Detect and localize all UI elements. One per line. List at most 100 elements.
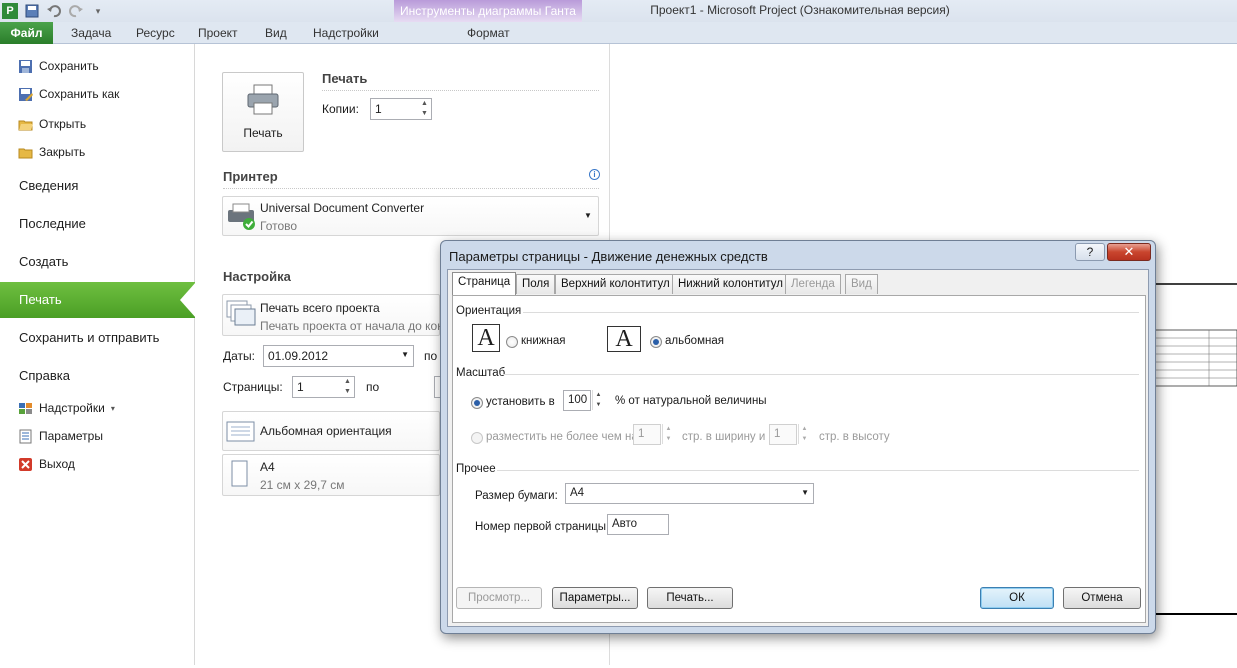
fit-wide-spinner[interactable]: ▲ ▼ xyxy=(662,424,674,444)
pages-spin-arrows[interactable]: ▲ ▼ xyxy=(341,377,354,397)
orientation-group-line xyxy=(523,312,1139,313)
settings-section-header: Настройка xyxy=(223,269,291,284)
nav-help[interactable]: Справка xyxy=(19,368,70,383)
help-button[interactable]: ? xyxy=(1075,243,1105,261)
orientation-group-label: Ориентация xyxy=(456,305,522,317)
first-page-input[interactable]: Авто xyxy=(607,514,669,535)
print-dialog-button[interactable]: Печать... xyxy=(647,587,733,609)
tab-footer[interactable]: Нижний колонтитул xyxy=(672,274,789,294)
options-icon xyxy=(18,429,33,444)
fit-tall-spinner[interactable]: ▲ ▼ xyxy=(798,424,810,444)
nav-open[interactable]: Открыть xyxy=(18,114,86,134)
nav-save-label: Сохранить xyxy=(39,59,99,73)
chevron-down-icon: ▼ xyxy=(801,488,809,497)
scope-pages-icon xyxy=(226,300,256,326)
addins-icon xyxy=(18,401,33,416)
tab-view[interactable]: Вид xyxy=(265,26,287,40)
nav-recent[interactable]: Последние xyxy=(19,216,86,231)
nav-save-as[interactable]: Сохранить как xyxy=(18,84,119,104)
preview-button[interactable]: Просмотр... xyxy=(456,587,542,609)
first-page-label: Номер первой страницы: xyxy=(475,521,610,533)
save-icon[interactable] xyxy=(24,3,40,19)
paper-size-label: Размер бумаги: xyxy=(475,490,558,502)
nav-addins-label: Надстройки xyxy=(39,401,105,415)
landscape-radio[interactable] xyxy=(650,336,662,348)
nav-exit-label: Выход xyxy=(39,457,75,471)
nav-save-and-send[interactable]: Сохранить и отправить xyxy=(19,330,159,345)
tab-file[interactable]: Файл xyxy=(0,22,53,44)
portrait-orientation-icon: A xyxy=(472,324,500,352)
printer-divider xyxy=(223,188,599,189)
other-group-label: Прочее xyxy=(456,463,496,475)
nav-close[interactable]: Закрыть xyxy=(18,142,85,162)
customize-qat-icon[interactable]: ▾ xyxy=(90,3,106,19)
dates-to-label: по xyxy=(424,349,438,363)
paper-icon xyxy=(231,460,248,487)
nav-save[interactable]: Сохранить xyxy=(18,56,99,76)
nav-options[interactable]: Параметры xyxy=(18,426,103,446)
scale-group-label: Масштаб xyxy=(456,367,506,379)
paper-size-value: A4 xyxy=(570,487,585,499)
nav-addins[interactable]: Надстройки ▾ xyxy=(18,398,115,418)
nav-save-as-label: Сохранить как xyxy=(39,87,120,101)
fit-to-label: разместить не более чем на xyxy=(486,431,638,443)
tab-header[interactable]: Верхний колонтитул xyxy=(555,274,676,294)
ribbon-tab-strip xyxy=(0,22,1237,44)
printer-icon xyxy=(247,84,279,115)
dialog-body: Страница Поля Верхний колонтитул Нижний … xyxy=(447,269,1149,627)
tab-margins[interactable]: Поля xyxy=(516,274,556,294)
nav-print[interactable]: Печать xyxy=(19,292,62,307)
fit-tall-input[interactable]: 1 xyxy=(769,424,797,445)
landscape-label: альбомная xyxy=(665,335,724,347)
pages-from-stepper[interactable]: 1 ▲ ▼ xyxy=(292,376,355,398)
cancel-button[interactable]: Отмена xyxy=(1063,587,1141,609)
scope-title: Печать всего проекта xyxy=(260,301,380,315)
nav-options-label: Параметры xyxy=(39,429,103,443)
close-button[interactable]: ✕ xyxy=(1107,243,1151,261)
pages-from-value: 1 xyxy=(297,380,304,394)
ok-button[interactable]: ОК xyxy=(980,587,1054,609)
project-app-icon[interactable]: P xyxy=(2,3,18,19)
paper-size-name: A4 xyxy=(260,460,275,474)
tab-resource[interactable]: Ресурс xyxy=(136,26,175,40)
copies-stepper[interactable]: 1 ▲ ▼ xyxy=(370,98,432,120)
print-button[interactable]: Печать xyxy=(222,72,304,152)
fit-to-radio[interactable] xyxy=(471,432,483,444)
nav-new[interactable]: Создать xyxy=(19,254,68,269)
pages-label: Страницы: xyxy=(223,380,283,394)
tab-addins[interactable]: Надстройки xyxy=(313,26,379,40)
adjust-suffix-label: % от натуральной величины xyxy=(615,395,767,407)
landscape-icon xyxy=(226,421,255,442)
fit-wide-input[interactable]: 1 xyxy=(633,424,661,445)
adjust-percent-spinner[interactable]: ▲ ▼ xyxy=(592,390,604,410)
options-button[interactable]: Параметры... xyxy=(552,587,638,609)
exit-icon xyxy=(18,457,33,472)
save-as-icon xyxy=(18,87,33,102)
redo-icon[interactable] xyxy=(68,3,84,19)
backstage-nav xyxy=(0,44,195,665)
paper-size-select[interactable]: A4 ▼ xyxy=(565,483,814,504)
tab-format[interactable]: Формат xyxy=(467,26,510,40)
open-folder-icon xyxy=(18,117,33,132)
save-icon xyxy=(18,59,33,74)
tab-page[interactable]: Страница xyxy=(452,272,517,296)
other-group-line xyxy=(497,470,1139,471)
tab-legend[interactable]: Легенда xyxy=(785,274,841,294)
undo-icon[interactable] xyxy=(46,3,62,19)
adjust-to-radio[interactable] xyxy=(471,397,483,409)
printer-status: Готово xyxy=(260,219,298,233)
tab-view[interactable]: Вид xyxy=(845,274,878,294)
copies-value: 1 xyxy=(375,102,382,116)
tab-project[interactable]: Проект xyxy=(198,26,238,40)
start-date-picker[interactable]: 01.09.2012 ▼ xyxy=(263,345,414,367)
tab-task[interactable]: Задача xyxy=(71,26,111,40)
copies-spin-arrows[interactable]: ▲ ▼ xyxy=(418,99,431,119)
page-tab-panel: Ориентация A книжная A альбомная Масштаб… xyxy=(452,295,1146,623)
info-icon[interactable]: i xyxy=(589,169,600,180)
pages-to-label: по xyxy=(366,380,380,394)
fit-wide-suffix: стр. в ширину и xyxy=(682,431,766,443)
nav-exit[interactable]: Выход xyxy=(18,454,75,474)
portrait-radio[interactable] xyxy=(506,336,518,348)
nav-info[interactable]: Сведения xyxy=(19,178,78,193)
adjust-percent-input[interactable]: 100 xyxy=(563,390,591,411)
